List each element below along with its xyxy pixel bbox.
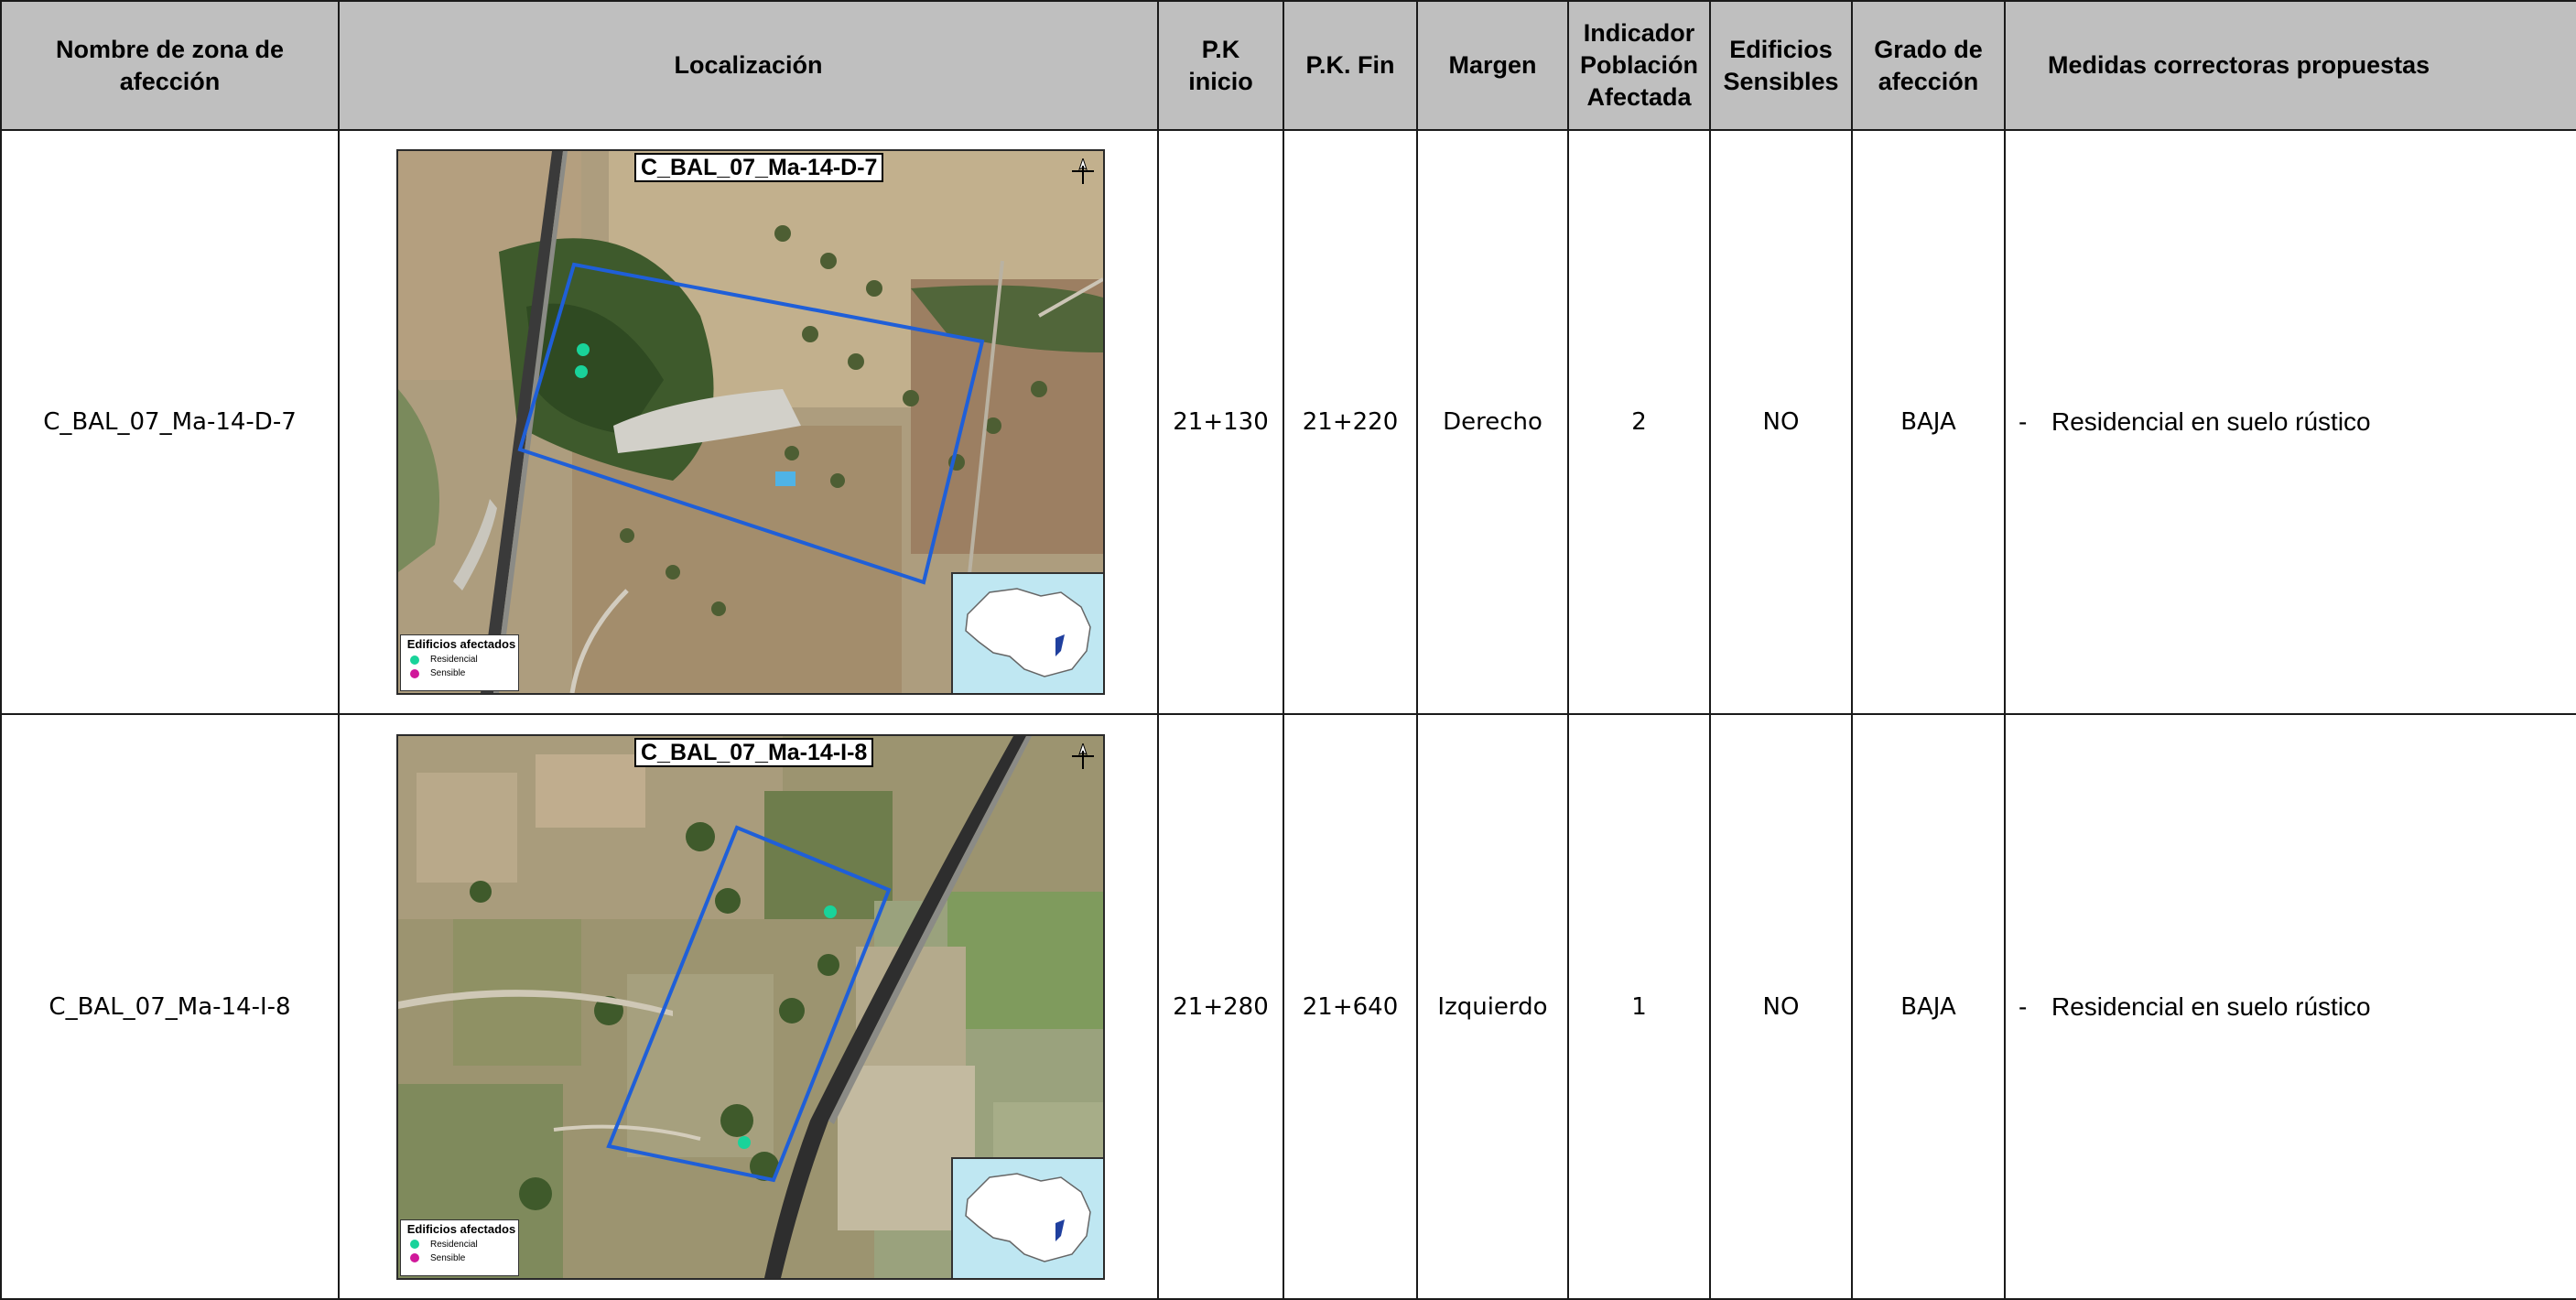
header-medidas: Medidas correctoras propuestas — [2004, 0, 2576, 131]
indicador-cell: 2 — [1567, 129, 1711, 715]
header-margen: Margen — [1416, 0, 1569, 131]
sensitive-dot-icon — [410, 668, 419, 678]
map-legend: Edificios afectados Residencial Sensible — [400, 1219, 519, 1276]
header-localizacion: Localización — [338, 0, 1159, 131]
residential-building-marker — [577, 343, 590, 356]
header-indicador: Indicador Población Afectada — [1567, 0, 1711, 131]
localizacion-cell: C_BAL_07_Ma-14-I-8 Edificios afectados R… — [338, 713, 1159, 1300]
north-arrow-icon — [1072, 742, 1094, 769]
indicador-cell: 1 — [1567, 713, 1711, 1300]
table-row: C_BAL_07_Ma-14-I-8 C_BAL_07_Ma-14-I-8 Ed… — [0, 713, 2576, 1300]
header-pk-fin: P.K. Fin — [1283, 0, 1418, 131]
north-arrow-icon — [1072, 158, 1094, 184]
island-locator-map — [951, 572, 1103, 693]
localizacion-cell: C_BAL_07_Ma-14-D-7 Edificios afectados R… — [338, 129, 1159, 715]
table-row: C_BAL_07_Ma-14-D-7 C_BAL_07_Ma-14-D-7 Ed… — [0, 129, 2576, 715]
medidas-cell: - Residencial en suelo rústico — [2004, 713, 2576, 1300]
mallorca-island-icon — [965, 588, 1091, 677]
header-zona: Nombre de zona de afección — [0, 0, 340, 131]
location-map: C_BAL_07_Ma-14-I-8 Edificios afectados R… — [396, 733, 1105, 1280]
pk-inicio-cell: 21+280 — [1157, 713, 1284, 1300]
mallorca-island-icon — [965, 1172, 1091, 1262]
header-grado: Grado de afección — [1851, 0, 2006, 131]
map-title: C_BAL_07_Ma-14-I-8 — [634, 737, 874, 767]
map-title: C_BAL_07_Ma-14-D-7 — [634, 153, 884, 182]
header-edificios-sensibles: Edificios Sensibles — [1709, 0, 1853, 131]
zona-cell: C_BAL_07_Ma-14-I-8 — [0, 713, 340, 1300]
margen-cell: Derecho — [1416, 129, 1569, 715]
medidas-cell: - Residencial en suelo rústico — [2004, 129, 2576, 715]
pk-inicio-cell: 21+130 — [1157, 129, 1284, 715]
header-row: Nombre de zona de afección Localización … — [0, 0, 2576, 131]
margen-cell: Izquierdo — [1416, 713, 1569, 1300]
edificios-sensibles-cell: NO — [1709, 713, 1853, 1300]
map-legend: Edificios afectados Residencial Sensible — [400, 634, 519, 691]
affected-zones-table: Nombre de zona de afección Localización … — [0, 0, 2576, 1300]
pk-fin-cell: 21+640 — [1283, 713, 1418, 1300]
grado-cell: BAJA — [1851, 713, 2006, 1300]
island-locator-map — [951, 1156, 1103, 1278]
location-map: C_BAL_07_Ma-14-D-7 Edificios afectados R… — [396, 149, 1105, 695]
residential-building-marker — [738, 1135, 751, 1149]
residential-building-marker — [575, 365, 588, 378]
pk-fin-cell: 21+220 — [1283, 129, 1418, 715]
sensitive-dot-icon — [410, 1253, 419, 1262]
residential-dot-icon — [410, 1240, 419, 1249]
grado-cell: BAJA — [1851, 129, 2006, 715]
residential-building-marker — [824, 905, 837, 918]
header-pk-inicio: P.K inicio — [1157, 0, 1284, 131]
edificios-sensibles-cell: NO — [1709, 129, 1853, 715]
zona-cell: C_BAL_07_Ma-14-D-7 — [0, 129, 340, 715]
residential-dot-icon — [410, 655, 419, 665]
